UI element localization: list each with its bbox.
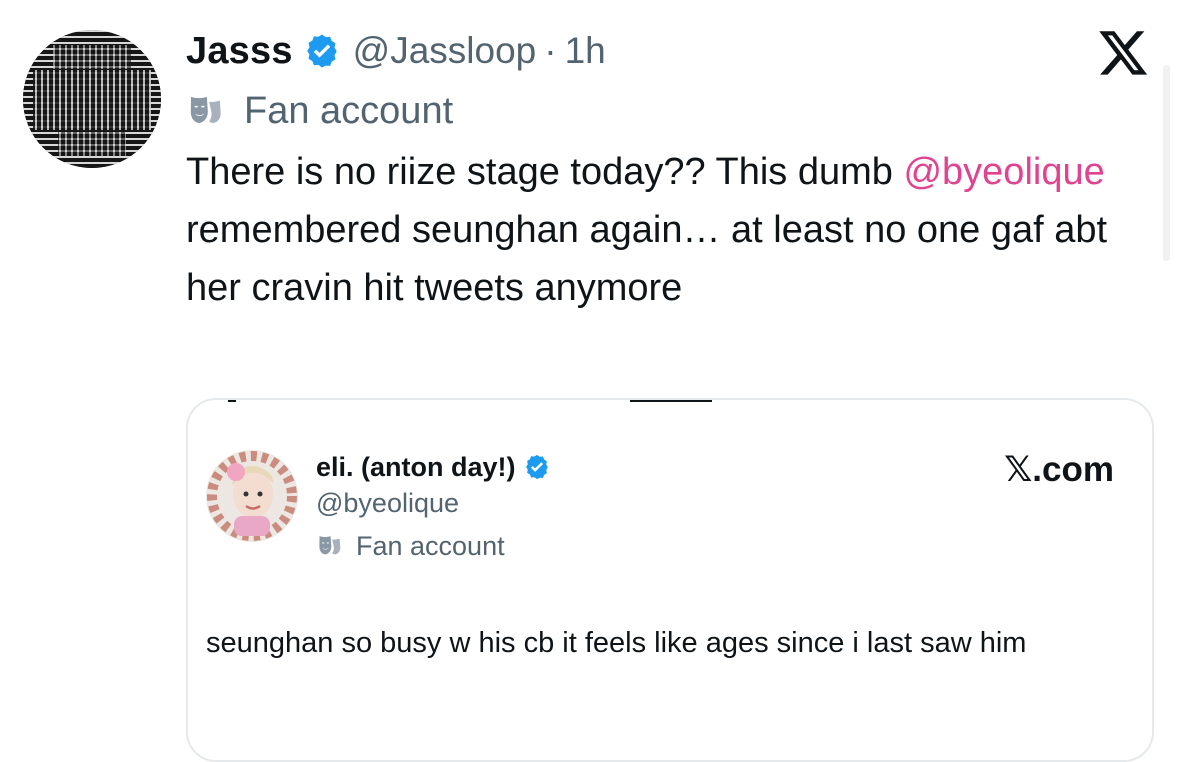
tweet-text: There is no riize stage today?? This dum…	[186, 143, 1146, 317]
quoted-tweet-text: seunghan so busy w his cb it feels like …	[206, 627, 1027, 659]
author-handle[interactable]: @Jassloop	[353, 30, 537, 72]
quoted-author-avatar[interactable]	[206, 450, 298, 542]
avatar-pattern-image	[23, 30, 161, 168]
quoted-header: eli. (anton day!)	[316, 450, 551, 484]
account-label-row: Fan account	[186, 86, 453, 136]
verified-badge-icon	[306, 34, 337, 68]
quoted-handle[interactable]: @byeolique	[316, 488, 459, 519]
tweet-text-part: There is no riize stage today?? This dum…	[186, 151, 904, 193]
quoted-tweet-card[interactable]: eli. (anton day!) @byeolique Fan account…	[186, 398, 1154, 762]
tweet-text-part: remembered seunghan again… at least no o…	[186, 209, 1108, 309]
account-label-text: Fan account	[244, 89, 454, 132]
theater-mask-icon	[190, 96, 221, 123]
tweet-timestamp[interactable]: 1h	[565, 30, 606, 72]
mention-link[interactable]: @byeolique	[903, 151, 1104, 193]
quoted-account-label-row: Fan account	[316, 529, 505, 563]
card-source-domain[interactable]: 𝕏.com	[1004, 450, 1114, 490]
verified-badge-icon	[525, 454, 548, 480]
cropped-header-fragment	[228, 400, 712, 402]
avatar-photo-image	[206, 450, 298, 542]
quoted-account-label-text: Fan account	[356, 530, 505, 561]
author-avatar[interactable]	[23, 30, 161, 168]
author-display-name[interactable]: Jasss	[186, 30, 293, 73]
theater-mask-icon	[319, 536, 341, 555]
tweet-header: Jasss @Jassloop · 1h	[186, 26, 606, 76]
quoted-display-name[interactable]: eli. (anton day!)	[316, 452, 516, 483]
edge-strip	[1163, 65, 1170, 261]
x-logo-icon[interactable]	[1096, 28, 1148, 80]
separator-dot: ·	[544, 30, 557, 71]
